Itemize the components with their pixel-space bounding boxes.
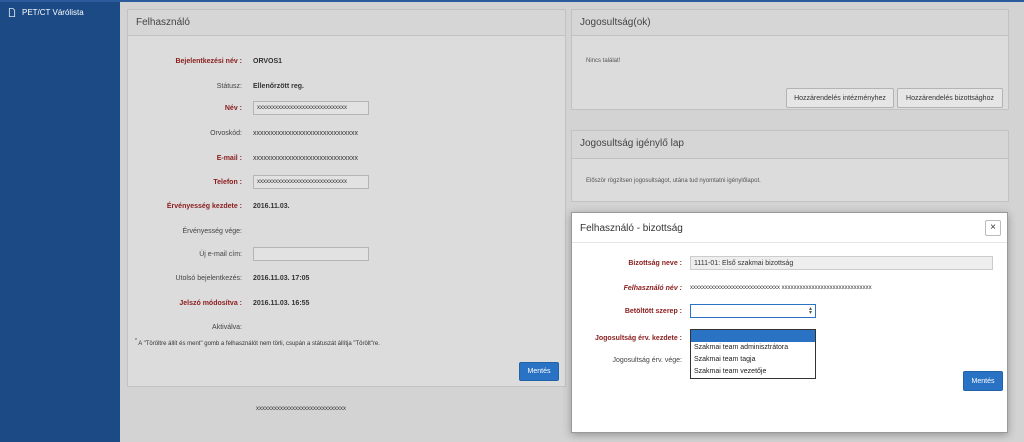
rights-empty-text: Nincs találat! <box>586 58 621 64</box>
user-panel-title: Felhasználó <box>128 10 565 36</box>
password-changed-row: Jelszó módosítva : 2016.11.03. 16:55 <box>128 295 558 311</box>
request-panel-title: Jogosultság igénylő lap <box>572 131 1008 159</box>
user-name-row: Felhasználó név : xxxxxxxxxxxxxxxxxxxxxx… <box>572 280 872 296</box>
last-login-value: 2016.11.03. 17:05 <box>253 274 310 282</box>
user-save-button[interactable]: Mentés <box>519 362 559 381</box>
role-option-member[interactable]: Szakmai team tagja <box>691 354 815 366</box>
phone-field[interactable]: xxxxxxxxxxxxxxxxxxxxxxxxxxxxxx <box>253 175 369 189</box>
modal-header: Felhasználó - bizottság × <box>572 213 1007 243</box>
footer-text: xxxxxxxxxxxxxxxxxxxxxxxxxxxxxx <box>256 406 346 412</box>
rights-end-label: Jogosultság érv. vége: <box>612 356 682 364</box>
document-icon <box>8 7 16 17</box>
status-value: Ellenőrzött reg. <box>253 82 304 90</box>
rights-end-row: Jogosultság érv. vége: <box>572 352 690 368</box>
request-info-text: Először rögzítsen jogosultságot, utána t… <box>586 178 761 184</box>
select-arrows-icon: ▴ ▾ <box>808 306 812 316</box>
close-icon[interactable]: × <box>985 220 1001 236</box>
role-label: Betöltött szerep : <box>624 307 682 315</box>
login-name-row: Bejelentkezési név : ORVOS1 <box>128 53 558 69</box>
footnote-star: * <box>135 338 137 344</box>
email-value: xxxxxxxxxxxxxxxxxxxxxxxxxxxxxx <box>253 154 358 162</box>
password-changed-value: 2016.11.03. 16:55 <box>253 299 310 307</box>
role-row: Betöltött szerep : ▴ ▾ <box>572 303 816 319</box>
rights-start-row: Jogosultság érv. kezdete : <box>572 330 690 346</box>
validity-end-row: Érvényesség vége: <box>128 223 558 239</box>
rights-panel: Jogosultság(ok) Nincs találat! Hozzárend… <box>571 9 1009 110</box>
modal-save-button[interactable]: Mentés <box>963 371 1003 391</box>
committee-name-field[interactable]: 1111-01: Első szakmai bizottság <box>690 256 993 270</box>
user-name-value: xxxxxxxxxxxxxxxxxxxxxxxxxxxxxx xxxxxxxxx… <box>690 285 872 291</box>
validity-end-label: Érvényesség vége: <box>182 227 242 235</box>
doctor-code-label: Orvoskód: <box>210 129 242 137</box>
new-email-row: Új e-mail cím: <box>128 246 558 262</box>
activated-label: Aktiválva: <box>212 323 242 331</box>
status-row: Státusz: Ellenőrzött reg. <box>128 78 558 94</box>
footnote: * A "Törölt­re állít és ment" gomb a fel… <box>135 338 380 347</box>
email-row: E-mail : xxxxxxxxxxxxxxxxxxxxxxxxxxxxxx <box>128 150 558 166</box>
login-name-label: Bejelentkezési név : <box>175 57 242 65</box>
new-email-input[interactable] <box>253 247 369 261</box>
new-email-label: Új e-mail cím: <box>199 250 242 258</box>
assign-institution-button[interactable]: Hozzárendelés intézményhez <box>786 88 894 108</box>
role-select[interactable]: ▴ ▾ <box>690 304 816 318</box>
email-label: E-mail : <box>216 154 242 162</box>
footnote-text: A "Törölt­re állít és ment" gomb a felha… <box>138 341 380 347</box>
role-option-leader[interactable]: Szakmai team vezetője <box>691 366 815 378</box>
phone-label: Telefon : <box>213 178 242 186</box>
sidebar-item-pet-ct-varolista[interactable]: PET/CT Várólista <box>0 2 120 22</box>
phone-row: Telefon : xxxxxxxxxxxxxxxxxxxxxxxxxxxxxx <box>128 174 558 190</box>
committee-name-label: Bizottság neve : <box>628 259 682 267</box>
name-row: Név : xxxxxxxxxxxxxxxxxxxxxxxxxxxxxx <box>128 100 558 116</box>
validity-start-row: Érvényesség kezdete : 2016.11.03. <box>128 198 558 214</box>
user-panel: Felhasználó Bejelentkezési név : ORVOS1 … <box>127 9 566 387</box>
assign-committee-button[interactable]: Hozzárendelés bizottsághoz <box>897 88 1003 108</box>
role-select-value <box>691 305 815 309</box>
committee-modal: Felhasználó - bizottság × Bizottság neve… <box>571 212 1008 433</box>
activated-row: Aktiválva: <box>128 319 558 335</box>
sidebar: PET/CT Várólista <box>0 2 120 442</box>
doctor-code-row: Orvoskód: xxxxxxxxxxxxxxxxxxxxxxxxxxxxxx <box>128 125 558 141</box>
last-login-label: Utolsó bejelentkezés: <box>175 274 242 282</box>
role-option-empty[interactable] <box>691 330 815 342</box>
name-field[interactable]: xxxxxxxxxxxxxxxxxxxxxxxxxxxxxx <box>253 101 369 115</box>
name-label: Név : <box>224 104 242 112</box>
sidebar-item-label: PET/CT Várólista <box>22 7 84 17</box>
user-name-label: Felhasználó név : <box>623 284 682 292</box>
role-option-admin[interactable]: Szakmai team adminisztrátora <box>691 342 815 354</box>
rights-start-label: Jogosultság érv. kezdete : <box>594 334 682 342</box>
rights-panel-title: Jogosultság(ok) <box>572 10 1008 36</box>
committee-name-row: Bizottság neve : 1111-01: Első szakmai b… <box>572 255 993 271</box>
request-panel: Jogosultság igénylő lap Először rögzítse… <box>571 130 1009 202</box>
doctor-code-value: xxxxxxxxxxxxxxxxxxxxxxxxxxxxxx <box>253 129 358 137</box>
role-dropdown-list[interactable]: Szakmai team adminisztrátora Szakmai tea… <box>690 329 816 379</box>
modal-title: Felhasználó - bizottság <box>580 223 683 234</box>
login-name-value: ORVOS1 <box>253 57 283 65</box>
password-changed-label: Jelszó módosítva : <box>179 299 242 307</box>
last-login-row: Utolsó bejelentkezés: 2016.11.03. 17:05 <box>128 270 558 286</box>
status-label: Státusz: <box>216 82 242 90</box>
validity-start-value: 2016.11.03. <box>253 202 290 210</box>
validity-start-label: Érvényesség kezdete : <box>166 202 242 210</box>
